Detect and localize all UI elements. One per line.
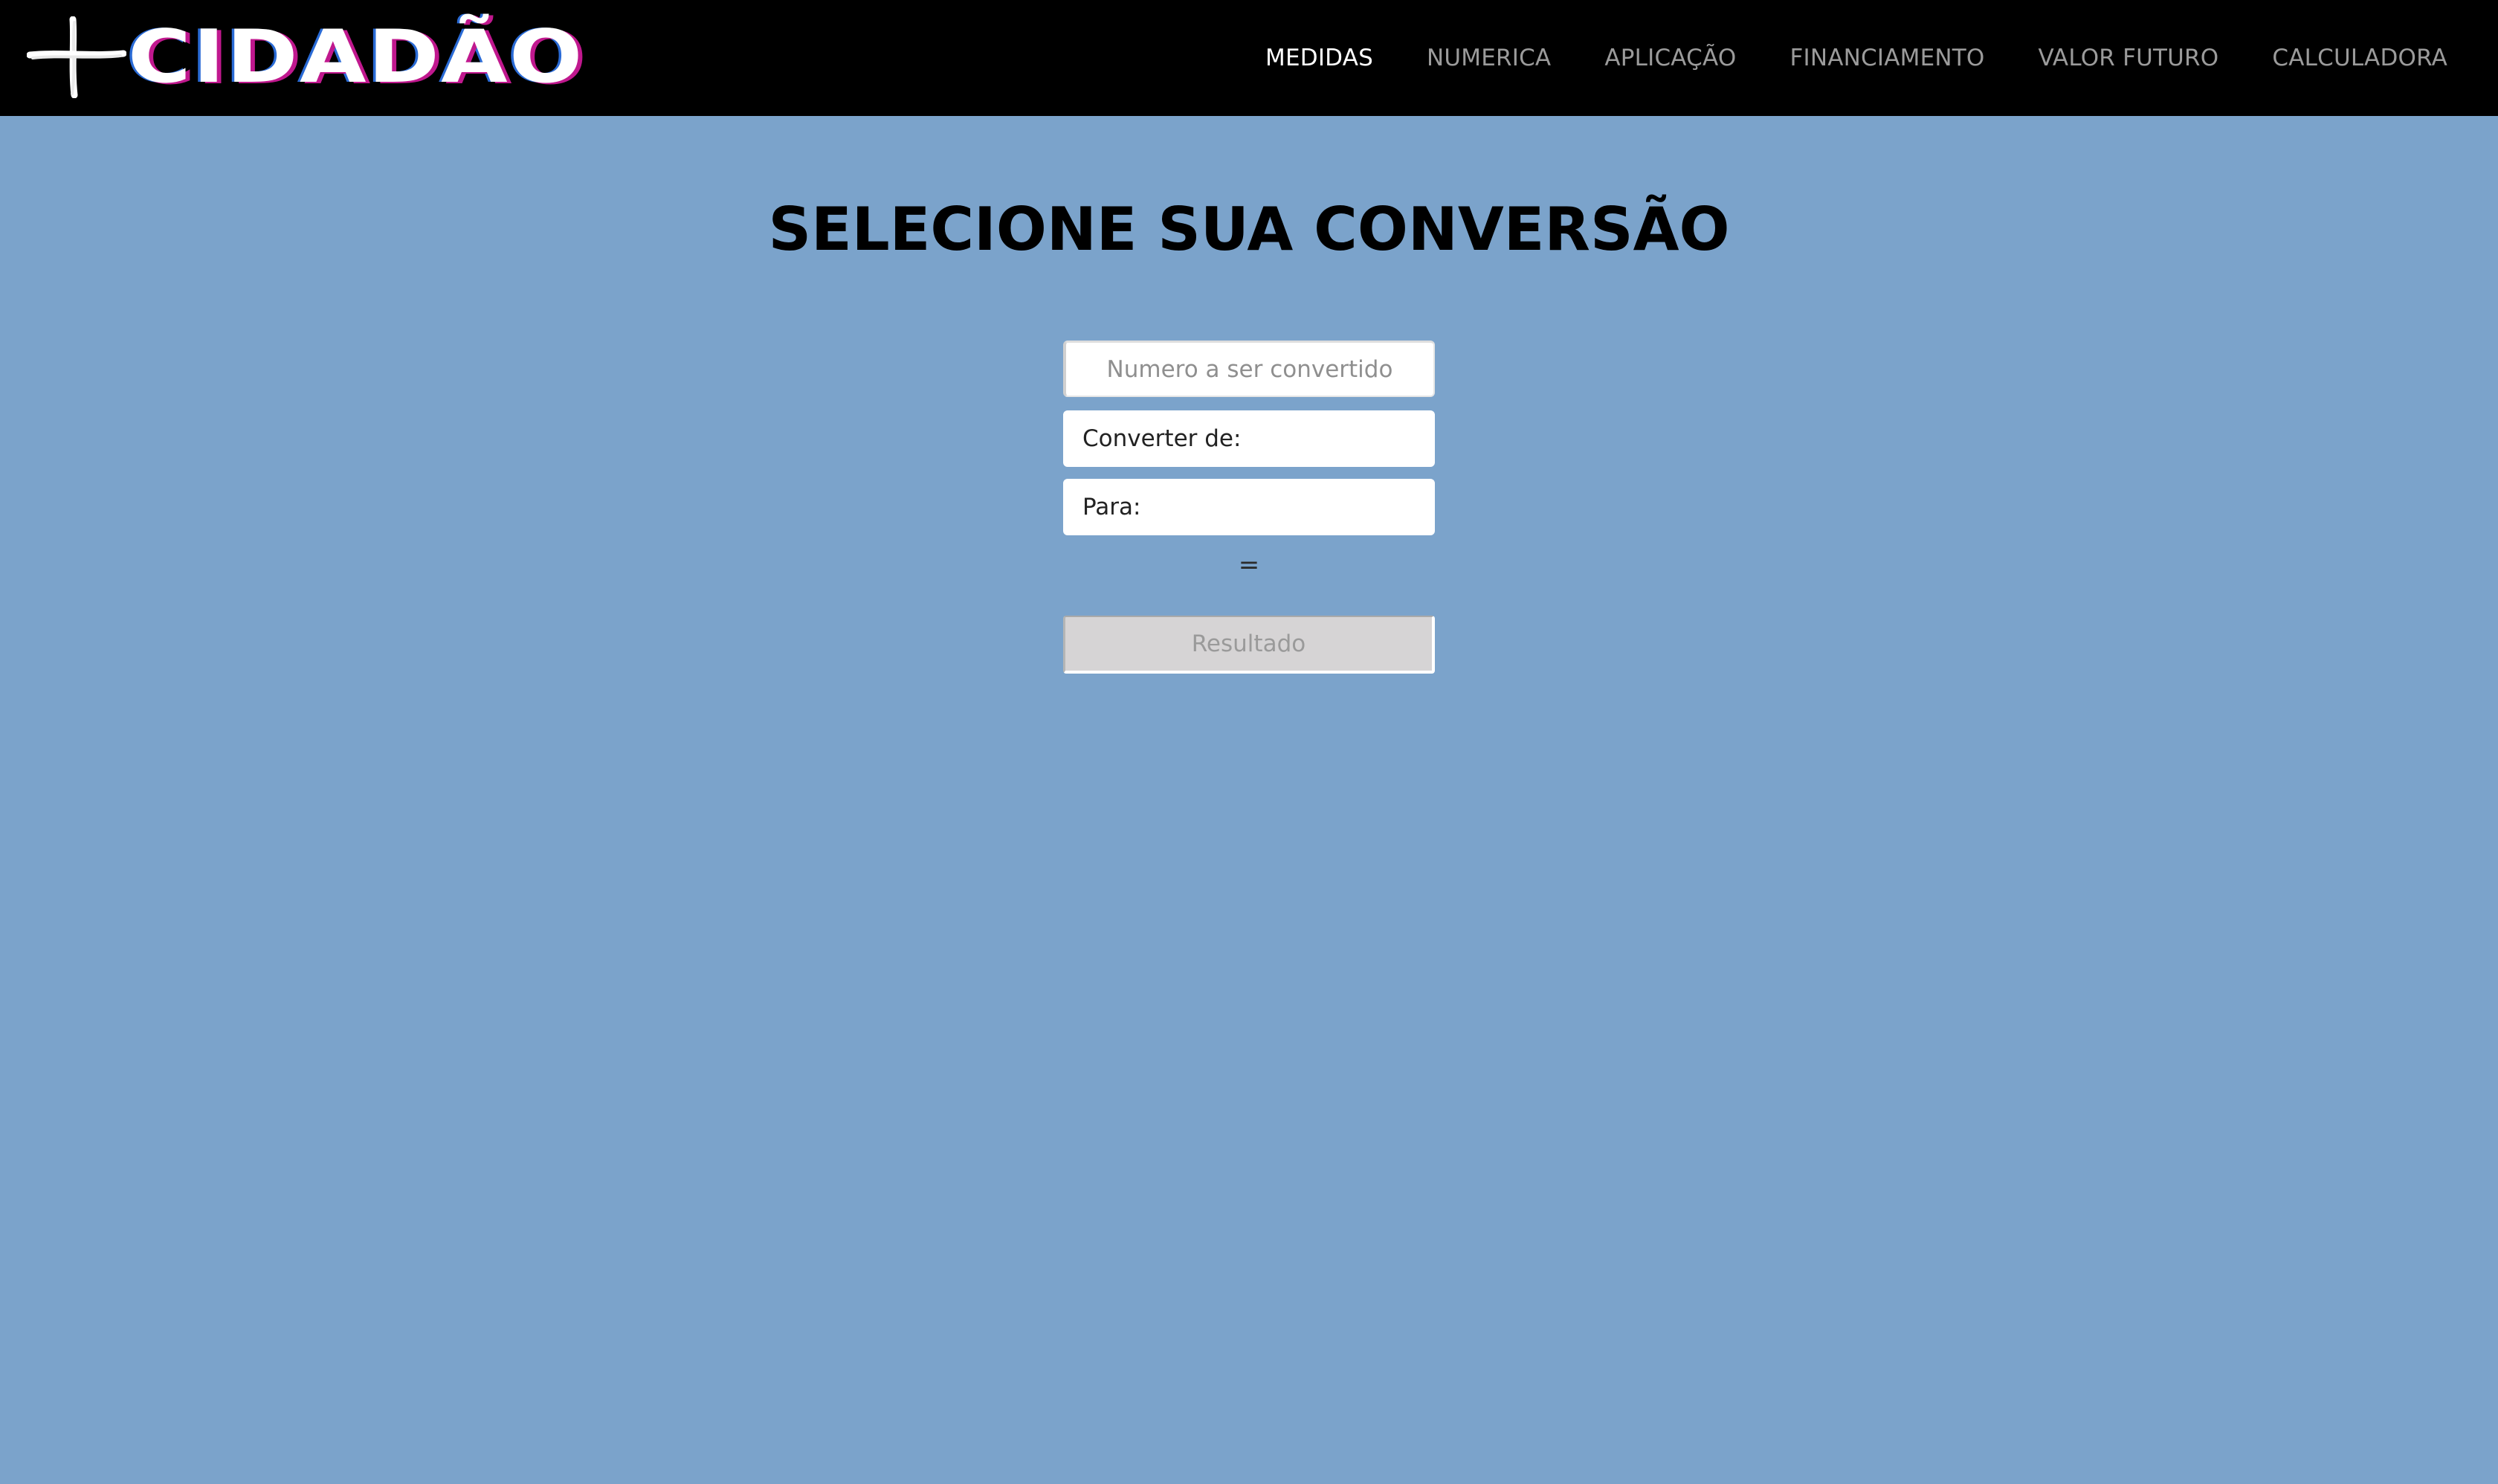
- nav-item-valor-futuro[interactable]: VALOR FUTURO: [2039, 45, 2219, 71]
- nav-item-medidas[interactable]: MEDIDAS: [1265, 45, 1373, 71]
- top-navigation-bar: CIDADÃO MEDIDAS NUMERICA APLICAÇÃO FINAN…: [0, 0, 2498, 116]
- convert-to-select[interactable]: Para:: [1063, 479, 1435, 535]
- nav-item-financiamento[interactable]: FINANCIAMENTO: [1789, 45, 1984, 71]
- main-nav: MEDIDAS NUMERICA APLICAÇÃO FINANCIAMENTO…: [1265, 0, 2447, 116]
- nav-item-calculadora[interactable]: CALCULADORA: [2272, 45, 2447, 71]
- convert-from-select[interactable]: Converter de:: [1063, 410, 1435, 467]
- result-field: Resultado: [1063, 616, 1435, 674]
- nav-item-aplicacao[interactable]: APLICAÇÃO: [1604, 45, 1736, 71]
- result-placeholder: Resultado: [1191, 630, 1306, 657]
- cross-icon: [27, 16, 126, 98]
- convert-to-label: Para:: [1082, 494, 1141, 520]
- logo-text: CIDADÃO: [128, 15, 584, 100]
- equals-sign: =: [1238, 550, 1260, 580]
- nav-item-numerica[interactable]: NUMERICA: [1427, 45, 1551, 71]
- page-title: SELECIONE SUA CONVERSÃO: [768, 195, 1730, 264]
- site-logo[interactable]: CIDADÃO: [27, 16, 636, 98]
- convert-from-label: Converter de:: [1082, 425, 1242, 452]
- number-to-convert-input[interactable]: [1063, 341, 1435, 397]
